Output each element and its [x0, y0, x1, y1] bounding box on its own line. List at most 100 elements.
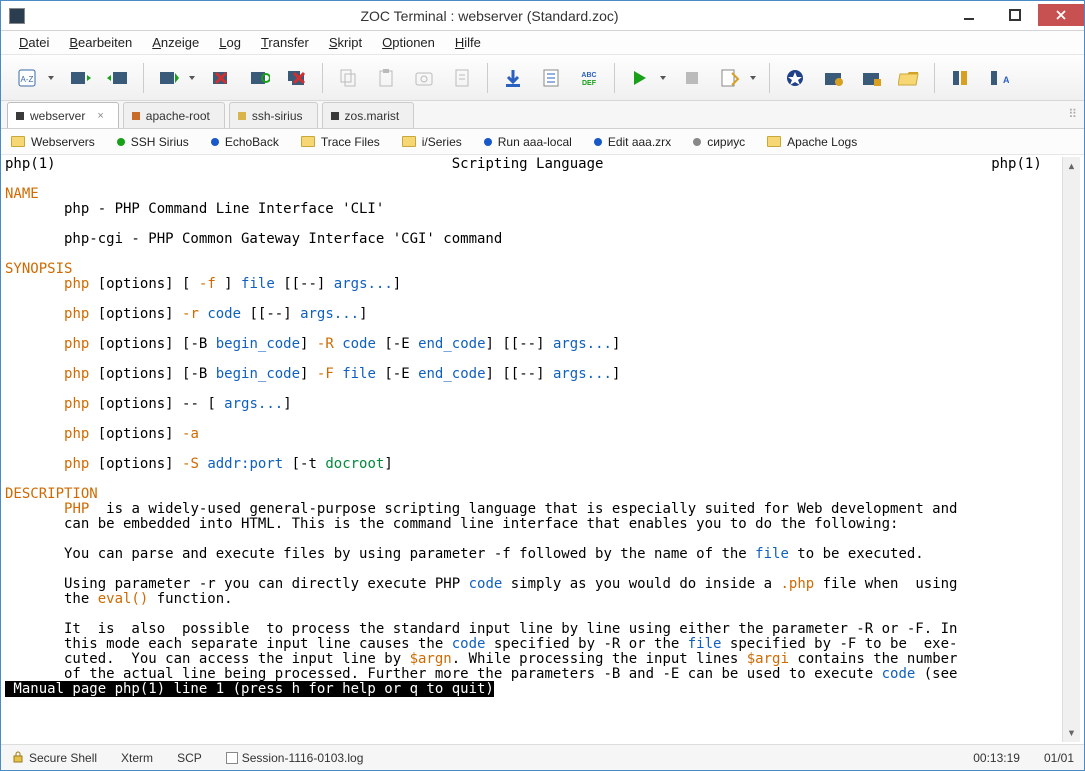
- fav-run-aaa-local[interactable]: Run aaa-local: [484, 135, 572, 149]
- svg-text:A-Z: A-Z: [21, 75, 34, 84]
- scroll-up-arrow[interactable]: ▴: [1063, 157, 1080, 175]
- fav-сириус[interactable]: сириус: [693, 135, 745, 149]
- tab-close-icon[interactable]: ×: [97, 110, 103, 122]
- toolbar-script-edit-button[interactable]: [713, 61, 761, 95]
- fav-label: Run aaa-local: [498, 135, 572, 149]
- scrollbar[interactable]: ▴ ▾: [1062, 157, 1080, 742]
- folder-icon: [402, 136, 416, 147]
- fav-label: Webservers: [31, 135, 95, 149]
- menu-bearbeiten[interactable]: Bearbeiten: [61, 33, 140, 52]
- bullet-icon: [211, 138, 219, 146]
- tabbar-grip-icon[interactable]: ⠿: [1068, 107, 1076, 121]
- menu-datei[interactable]: Datei: [11, 33, 57, 52]
- fav-edit-aaa.zrx[interactable]: Edit aaa.zrx: [594, 135, 671, 149]
- tab-label: ssh-sirius: [252, 109, 303, 123]
- statusbar: Secure Shell Xterm SCP Session-1116-0103…: [1, 744, 1084, 770]
- section-synopsis: SYNOPSIS: [5, 261, 72, 277]
- toolbar-disconnect-button[interactable]: [204, 61, 238, 95]
- toolbar-disconnect-all-button[interactable]: [280, 61, 314, 95]
- status-logfile[interactable]: Session-1116-0103.log: [226, 751, 364, 765]
- tab-color-icon: [132, 112, 140, 120]
- toolbar: A-Z ABCDEF A: [1, 55, 1084, 101]
- fav-apache-logs[interactable]: Apache Logs: [767, 135, 857, 149]
- folder-icon: [767, 136, 781, 147]
- tab-apache-root[interactable]: apache-root: [123, 102, 225, 128]
- toolbar-separator: [322, 63, 323, 93]
- close-button[interactable]: [1038, 4, 1084, 26]
- fav-echoback[interactable]: EchoBack: [211, 135, 279, 149]
- toolbar-abc-def-button[interactable]: ABCDEF: [572, 61, 606, 95]
- tab-color-icon: [238, 112, 246, 120]
- toolbar-folder-open-button[interactable]: [892, 61, 926, 95]
- terminal-content: php(1) Scripting Language php(1) NAME ph…: [5, 157, 1062, 742]
- tab-label: zos.marist: [345, 109, 400, 123]
- menu-hilfe[interactable]: Hilfe: [447, 33, 489, 52]
- menu-log[interactable]: Log: [211, 33, 249, 52]
- toolbar-reconnect-button[interactable]: [242, 61, 276, 95]
- log-checkbox[interactable]: [226, 752, 238, 764]
- toolbar-separator: [769, 63, 770, 93]
- svg-text:DEF: DEF: [582, 80, 597, 87]
- toolbar-tool-d-button[interactable]: [943, 61, 977, 95]
- toolbar-notes-button[interactable]: [534, 61, 568, 95]
- bullet-icon: [693, 138, 701, 146]
- toolbar-tool-b-button[interactable]: [816, 61, 850, 95]
- status-position: 01/01: [1044, 751, 1074, 765]
- toolbar-run-button[interactable]: [623, 61, 671, 95]
- man-header-left: php(1): [5, 157, 56, 172]
- status-emulation: Xterm: [121, 751, 153, 765]
- fav-i/series[interactable]: i/Series: [402, 135, 462, 149]
- bullet-icon: [484, 138, 492, 146]
- fav-trace-files[interactable]: Trace Files: [301, 135, 380, 149]
- fav-label: Trace Files: [321, 135, 380, 149]
- toolbar-tool-ab-button[interactable]: A: [981, 61, 1015, 95]
- section-description: DESCRIPTION: [5, 486, 98, 502]
- fav-ssh-sirius[interactable]: SSH Sirius: [117, 135, 189, 149]
- dropdown-arrow-icon: [660, 76, 666, 80]
- maximize-button[interactable]: [992, 4, 1038, 26]
- dropdown-arrow-icon: [750, 76, 756, 80]
- menu-optionen[interactable]: Optionen: [374, 33, 443, 52]
- section-name: NAME: [5, 186, 39, 202]
- scroll-down-arrow[interactable]: ▾: [1063, 724, 1080, 742]
- toolbar-download-button[interactable]: [496, 61, 530, 95]
- window-title: ZOC Terminal : webserver (Standard.zoc): [33, 8, 946, 24]
- name-line-1: php - PHP Command Line Interface 'CLI': [5, 201, 384, 217]
- folder-icon: [301, 136, 315, 147]
- pager-footer: Manual page php(1) line 1 (press h for h…: [5, 681, 494, 697]
- terminal[interactable]: php(1) Scripting Language php(1) NAME ph…: [1, 155, 1084, 744]
- tab-ssh-sirius[interactable]: ssh-sirius: [229, 102, 318, 128]
- minimize-button[interactable]: [946, 4, 992, 26]
- menu-skript[interactable]: Skript: [321, 33, 370, 52]
- lock-icon: [11, 750, 25, 764]
- toolbar-clipboard-button[interactable]: [445, 61, 479, 95]
- svg-text:A: A: [1003, 75, 1009, 85]
- toolbar-tool-a-button[interactable]: [778, 61, 812, 95]
- status-connection: Secure Shell: [11, 750, 97, 765]
- toolbar-address-book-button[interactable]: A-Z: [11, 61, 59, 95]
- toolbar-session-prev-button[interactable]: [63, 61, 97, 95]
- fav-label: SSH Sirius: [131, 135, 189, 149]
- tab-label: apache-root: [146, 109, 210, 123]
- man-header-center: Scripting Language: [56, 157, 992, 172]
- toolbar-copy-button[interactable]: [331, 61, 365, 95]
- window-buttons: [946, 6, 1084, 26]
- toolbar-session-next-button[interactable]: [101, 61, 135, 95]
- toolbar-tool-c-button[interactable]: [854, 61, 888, 95]
- fav-webservers[interactable]: Webservers: [11, 135, 95, 149]
- toolbar-paste-button[interactable]: [369, 61, 403, 95]
- toolbar-stop-button[interactable]: [675, 61, 709, 95]
- folder-icon: [11, 136, 25, 147]
- titlebar: ZOC Terminal : webserver (Standard.zoc): [1, 1, 1084, 31]
- name-line-2: php-cgi - PHP Common Gateway Interface '…: [5, 231, 502, 247]
- tab-color-icon: [16, 112, 24, 120]
- tab-webserver[interactable]: webserver×: [7, 102, 119, 128]
- dropdown-arrow-icon: [48, 76, 54, 80]
- fav-label: сириус: [707, 135, 745, 149]
- toolbar-capture-button[interactable]: [407, 61, 441, 95]
- menu-anzeige[interactable]: Anzeige: [144, 33, 207, 52]
- tab-zos.marist[interactable]: zos.marist: [322, 102, 415, 128]
- menu-transfer[interactable]: Transfer: [253, 33, 317, 52]
- app-window: ZOC Terminal : webserver (Standard.zoc) …: [0, 0, 1085, 771]
- toolbar-connect-button[interactable]: [152, 61, 200, 95]
